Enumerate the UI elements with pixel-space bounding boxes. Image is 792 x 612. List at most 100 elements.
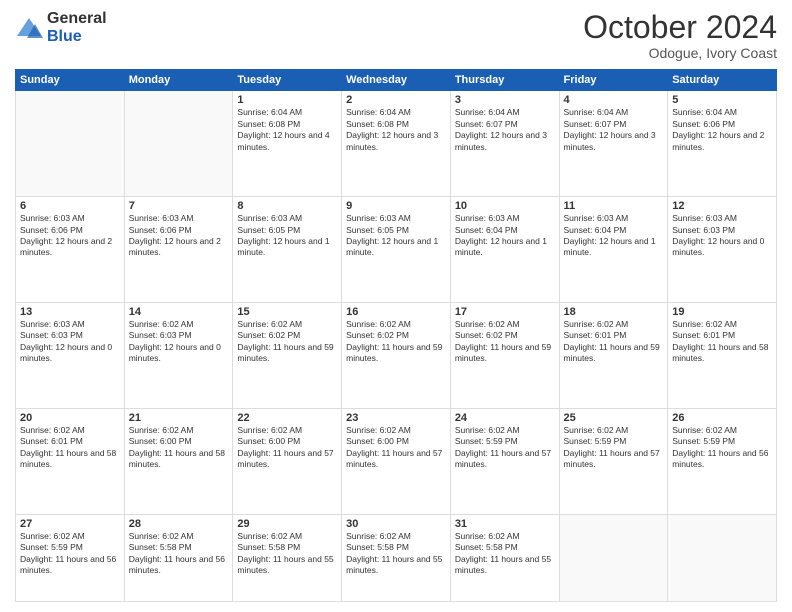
cell-details: Sunrise: 6:02 AMSunset: 6:00 PMDaylight:… [237,425,337,471]
calendar-cell [559,514,668,601]
calendar-cell: 25Sunrise: 6:02 AMSunset: 5:59 PMDayligh… [559,408,668,514]
page: General Blue October 2024 Odogue, Ivory … [0,0,792,612]
calendar-cell: 1Sunrise: 6:04 AMSunset: 6:08 PMDaylight… [233,91,342,197]
calendar-cell: 30Sunrise: 6:02 AMSunset: 5:58 PMDayligh… [342,514,451,601]
cell-details: Sunrise: 6:02 AMSunset: 6:00 PMDaylight:… [346,425,446,471]
calendar-week-1: 1Sunrise: 6:04 AMSunset: 6:08 PMDaylight… [16,91,777,197]
day-number: 1 [237,94,337,106]
cell-details: Sunrise: 6:02 AMSunset: 5:59 PMDaylight:… [672,425,772,471]
day-number: 12 [672,200,772,212]
calendar-cell: 22Sunrise: 6:02 AMSunset: 6:00 PMDayligh… [233,408,342,514]
cell-details: Sunrise: 6:03 AMSunset: 6:03 PMDaylight:… [20,319,120,365]
day-number: 4 [564,94,664,106]
calendar-week-3: 13Sunrise: 6:03 AMSunset: 6:03 PMDayligh… [16,302,777,408]
day-number: 15 [237,306,337,318]
calendar-cell: 12Sunrise: 6:03 AMSunset: 6:03 PMDayligh… [668,197,777,303]
day-number: 25 [564,412,664,424]
calendar-cell: 11Sunrise: 6:03 AMSunset: 6:04 PMDayligh… [559,197,668,303]
calendar-week-5: 27Sunrise: 6:02 AMSunset: 5:59 PMDayligh… [16,514,777,601]
cell-details: Sunrise: 6:02 AMSunset: 6:02 PMDaylight:… [455,319,555,365]
day-number: 6 [20,200,120,212]
day-number: 21 [129,412,229,424]
cell-details: Sunrise: 6:03 AMSunset: 6:05 PMDaylight:… [346,213,446,259]
day-number: 26 [672,412,772,424]
cell-details: Sunrise: 6:02 AMSunset: 5:59 PMDaylight:… [20,531,120,577]
logo-line2: Blue [47,28,107,46]
calendar-cell: 14Sunrise: 6:02 AMSunset: 6:03 PMDayligh… [124,302,233,408]
logo: General Blue [15,10,107,45]
cell-details: Sunrise: 6:02 AMSunset: 6:00 PMDaylight:… [129,425,229,471]
day-number: 7 [129,200,229,212]
logo-icon [15,16,43,40]
day-number: 11 [564,200,664,212]
calendar-cell: 15Sunrise: 6:02 AMSunset: 6:02 PMDayligh… [233,302,342,408]
day-number: 9 [346,200,446,212]
day-number: 29 [237,518,337,530]
logo-line1: General [47,10,107,28]
title-block: October 2024 Odogue, Ivory Coast [583,10,777,61]
calendar-cell: 3Sunrise: 6:04 AMSunset: 6:07 PMDaylight… [450,91,559,197]
col-tuesday: Tuesday [233,70,342,91]
day-number: 31 [455,518,555,530]
col-friday: Friday [559,70,668,91]
calendar-week-4: 20Sunrise: 6:02 AMSunset: 6:01 PMDayligh… [16,408,777,514]
calendar-cell: 24Sunrise: 6:02 AMSunset: 5:59 PMDayligh… [450,408,559,514]
calendar-header-row: Sunday Monday Tuesday Wednesday Thursday… [16,70,777,91]
calendar-cell: 10Sunrise: 6:03 AMSunset: 6:04 PMDayligh… [450,197,559,303]
calendar-cell: 2Sunrise: 6:04 AMSunset: 6:08 PMDaylight… [342,91,451,197]
calendar-cell: 4Sunrise: 6:04 AMSunset: 6:07 PMDaylight… [559,91,668,197]
calendar-cell [16,91,125,197]
cell-details: Sunrise: 6:02 AMSunset: 6:01 PMDaylight:… [672,319,772,365]
calendar-cell: 9Sunrise: 6:03 AMSunset: 6:05 PMDaylight… [342,197,451,303]
day-number: 20 [20,412,120,424]
cell-details: Sunrise: 6:02 AMSunset: 6:02 PMDaylight:… [237,319,337,365]
calendar-cell: 6Sunrise: 6:03 AMSunset: 6:06 PMDaylight… [16,197,125,303]
calendar-cell: 19Sunrise: 6:02 AMSunset: 6:01 PMDayligh… [668,302,777,408]
day-number: 24 [455,412,555,424]
col-thursday: Thursday [450,70,559,91]
calendar-cell: 5Sunrise: 6:04 AMSunset: 6:06 PMDaylight… [668,91,777,197]
day-number: 28 [129,518,229,530]
day-number: 23 [346,412,446,424]
day-number: 13 [20,306,120,318]
cell-details: Sunrise: 6:02 AMSunset: 5:59 PMDaylight:… [564,425,664,471]
day-number: 22 [237,412,337,424]
cell-details: Sunrise: 6:03 AMSunset: 6:04 PMDaylight:… [564,213,664,259]
day-number: 27 [20,518,120,530]
cell-details: Sunrise: 6:04 AMSunset: 6:08 PMDaylight:… [346,107,446,153]
calendar-cell: 27Sunrise: 6:02 AMSunset: 5:59 PMDayligh… [16,514,125,601]
calendar-cell: 23Sunrise: 6:02 AMSunset: 6:00 PMDayligh… [342,408,451,514]
calendar-cell: 29Sunrise: 6:02 AMSunset: 5:58 PMDayligh… [233,514,342,601]
cell-details: Sunrise: 6:04 AMSunset: 6:06 PMDaylight:… [672,107,772,153]
calendar-cell: 21Sunrise: 6:02 AMSunset: 6:00 PMDayligh… [124,408,233,514]
cell-details: Sunrise: 6:02 AMSunset: 5:58 PMDaylight:… [455,531,555,577]
calendar-cell: 7Sunrise: 6:03 AMSunset: 6:06 PMDaylight… [124,197,233,303]
day-number: 16 [346,306,446,318]
calendar-cell: 20Sunrise: 6:02 AMSunset: 6:01 PMDayligh… [16,408,125,514]
cell-details: Sunrise: 6:03 AMSunset: 6:06 PMDaylight:… [129,213,229,259]
cell-details: Sunrise: 6:02 AMSunset: 6:01 PMDaylight:… [564,319,664,365]
day-number: 14 [129,306,229,318]
cell-details: Sunrise: 6:04 AMSunset: 6:08 PMDaylight:… [237,107,337,153]
calendar-cell: 18Sunrise: 6:02 AMSunset: 6:01 PMDayligh… [559,302,668,408]
calendar-cell: 26Sunrise: 6:02 AMSunset: 5:59 PMDayligh… [668,408,777,514]
calendar-cell: 13Sunrise: 6:03 AMSunset: 6:03 PMDayligh… [16,302,125,408]
calendar-cell: 16Sunrise: 6:02 AMSunset: 6:02 PMDayligh… [342,302,451,408]
calendar-cell: 17Sunrise: 6:02 AMSunset: 6:02 PMDayligh… [450,302,559,408]
day-number: 2 [346,94,446,106]
day-number: 30 [346,518,446,530]
cell-details: Sunrise: 6:02 AMSunset: 5:58 PMDaylight:… [237,531,337,577]
cell-details: Sunrise: 6:02 AMSunset: 5:59 PMDaylight:… [455,425,555,471]
day-number: 19 [672,306,772,318]
col-monday: Monday [124,70,233,91]
day-number: 3 [455,94,555,106]
day-number: 18 [564,306,664,318]
month-title: October 2024 [583,10,777,45]
calendar-cell: 28Sunrise: 6:02 AMSunset: 5:58 PMDayligh… [124,514,233,601]
cell-details: Sunrise: 6:02 AMSunset: 5:58 PMDaylight:… [129,531,229,577]
calendar-table: Sunday Monday Tuesday Wednesday Thursday… [15,69,777,602]
day-number: 10 [455,200,555,212]
day-number: 17 [455,306,555,318]
location: Odogue, Ivory Coast [583,45,777,61]
calendar-cell: 31Sunrise: 6:02 AMSunset: 5:58 PMDayligh… [450,514,559,601]
